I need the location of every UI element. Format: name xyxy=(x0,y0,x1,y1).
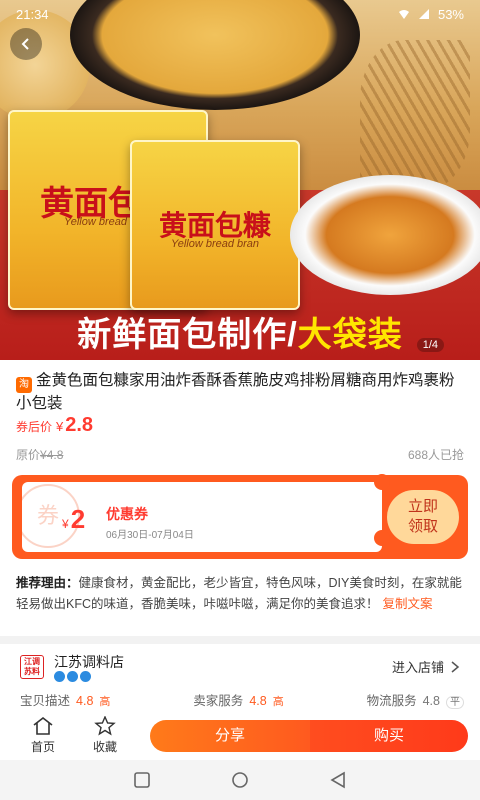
coupon-date-range: 06月30日-07月04日 xyxy=(106,530,194,541)
recommendation-text: 推荐理由：健康食材，黄金配比，老少皆宜，特色风味，DIY美食时刻，在家就能轻易做… xyxy=(16,573,466,615)
star-icon xyxy=(94,716,116,736)
recent-apps-icon[interactable] xyxy=(133,771,151,789)
buy-button[interactable]: 购买 xyxy=(310,720,468,752)
original-price: 原价¥4.8 xyxy=(16,446,63,463)
wifi-icon xyxy=(398,10,409,19)
store-badge-icon xyxy=(54,671,65,682)
store-badge-icon xyxy=(80,671,91,682)
coupon-amount-value: 2 xyxy=(70,504,86,534)
rating-logistics: 物流服务 4.8 平 xyxy=(367,690,464,709)
back-button[interactable] xyxy=(10,28,42,60)
product-bag-small: 黄面包糠 Yellow bread bran xyxy=(130,140,300,310)
original-price-value: ¥4.8 xyxy=(40,448,64,462)
price-label: 券后价 xyxy=(16,420,53,434)
taobao-badge-icon: 淘 xyxy=(16,377,32,393)
price-value: 2.8 xyxy=(65,414,94,436)
rating-score: 4.8 xyxy=(249,694,267,708)
rating-service: 卖家服务 4.8 高 xyxy=(193,690,283,709)
product-title-text: 金黄色面包糠家用油炸香酥香蕉脆皮鸡排粉屑糖商用炸鸡裹粉小包装 xyxy=(16,372,455,412)
store-name: 江苏调料店 xyxy=(54,654,124,670)
signal-icon xyxy=(418,9,429,19)
system-navigation-bar xyxy=(0,760,480,800)
home-icon xyxy=(33,716,53,735)
coupon-card[interactable]: 券 ¥ 2 优惠券 06月30日-07月04日 立即 领取 xyxy=(12,474,468,559)
store-logo: 江调苏料 xyxy=(20,655,44,679)
coupon-body: 券 ¥ 2 优惠券 06月30日-07月04日 xyxy=(22,482,382,552)
recommendation-label: 推荐理由： xyxy=(16,576,79,590)
nav-favorite[interactable]: 收藏 xyxy=(85,716,125,755)
home-circle-icon[interactable] xyxy=(231,771,249,789)
coupon-currency: ¥ xyxy=(62,517,69,531)
chevron-right-icon xyxy=(451,660,460,673)
section-divider xyxy=(0,636,480,644)
store-level-badges xyxy=(54,671,91,682)
rating-description: 宝贝描述 4.8 高 xyxy=(20,690,110,709)
bag-sub-text: Yellow bread bran xyxy=(170,238,260,250)
rating-tag: 平 xyxy=(446,696,464,709)
hero-banner-text: 新鲜面包制作/ 大袋装 xyxy=(0,303,480,360)
coupon-notch xyxy=(374,474,390,490)
status-time: 21:34 xyxy=(16,6,49,22)
claim-coupon-button[interactable]: 立即 领取 xyxy=(387,490,459,544)
price-currency: ¥ xyxy=(56,419,64,434)
claim-line-2: 领取 xyxy=(407,518,438,535)
store-badge-icon xyxy=(67,671,78,682)
battery-level: 53% xyxy=(437,6,464,22)
nav-home-label: 首页 xyxy=(30,740,55,754)
enter-store-label: 进入店铺 xyxy=(391,660,444,675)
coupon-amount: ¥ 2 xyxy=(62,504,85,535)
copy-text-link[interactable]: 复制文案 xyxy=(383,597,433,611)
status-bar: 21:34 53% xyxy=(0,0,480,28)
sold-count: 688人已抢 xyxy=(407,448,464,462)
original-price-row: 原价¥4.8 688人已抢 xyxy=(16,446,464,463)
price-row: 券后价 ¥ 2.8 xyxy=(16,414,93,437)
rating-score: 4.8 xyxy=(422,694,440,708)
share-button[interactable]: 分享 xyxy=(150,720,310,752)
product-image-carousel[interactable]: 黄面包糠 Yellow bread bran 黄面包糠 Yellow bread… xyxy=(0,0,480,360)
wheat-image xyxy=(360,40,470,190)
rating-label: 卖家服务 xyxy=(193,694,244,708)
bottom-action-bar: 首页 收藏 分享 购买 xyxy=(0,712,480,760)
claim-line-1: 立即 xyxy=(407,498,438,515)
rating-tag: 高 xyxy=(272,696,284,708)
banner-white-text: 新鲜面包制作/ xyxy=(77,316,298,354)
rating-tag: 高 xyxy=(99,696,111,708)
rating-label: 物流服务 xyxy=(366,694,417,708)
image-counter: 1/4 xyxy=(416,338,444,352)
enter-store-link[interactable]: 进入店铺 xyxy=(392,657,460,676)
coupon-title: 优惠券 xyxy=(106,506,148,522)
product-title: 淘金黄色面包糠家用油炸香酥香蕉脆皮鸡排粉屑糖商用炸鸡裹粉小包装 xyxy=(16,370,468,415)
store-ratings: 宝贝描述 4.8 高 卖家服务 4.8 高 物流服务 4.8 平 xyxy=(20,690,464,709)
rating-label: 宝贝描述 xyxy=(20,694,71,708)
rating-score: 4.8 xyxy=(76,694,94,708)
original-price-label: 原价 xyxy=(16,448,41,462)
nav-home[interactable]: 首页 xyxy=(23,716,63,755)
nav-favorite-label: 收藏 xyxy=(92,740,117,754)
chevron-left-icon xyxy=(21,38,29,50)
back-triangle-icon[interactable] xyxy=(329,771,347,789)
banner-yellow-text: 大袋装 xyxy=(297,316,403,354)
fried-chicken-plate-image xyxy=(290,175,480,295)
